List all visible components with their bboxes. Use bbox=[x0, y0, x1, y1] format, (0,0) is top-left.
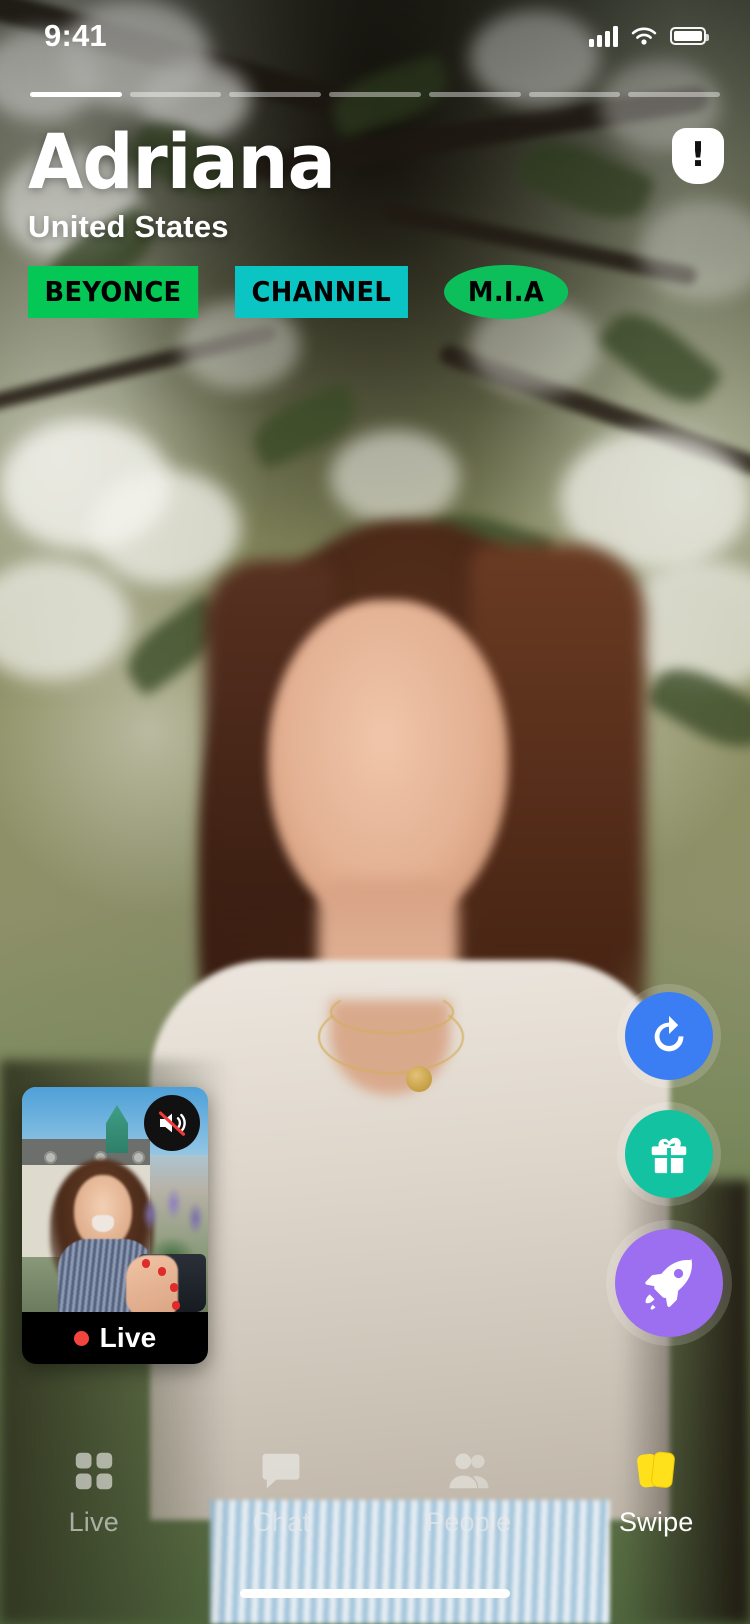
live-dot-icon bbox=[73, 1330, 89, 1346]
home-indicator[interactable] bbox=[240, 1589, 510, 1598]
tab-swipe-label: Swipe bbox=[618, 1506, 694, 1537]
story-segment-2[interactable] bbox=[229, 92, 322, 97]
cards-swipe-icon bbox=[637, 1451, 676, 1488]
grid-icon bbox=[75, 1452, 112, 1489]
report-glyph: ! bbox=[690, 135, 706, 175]
story-segment-4[interactable] bbox=[428, 92, 521, 97]
tab-people[interactable]: People bbox=[375, 1447, 563, 1538]
profile-name: Adriana bbox=[28, 117, 336, 206]
chat-bubble-icon bbox=[262, 1453, 300, 1488]
wifi-icon bbox=[631, 26, 657, 45]
profile-tag-beyonce[interactable]: BEYONCE bbox=[28, 265, 198, 318]
signal-bars-icon bbox=[589, 25, 618, 47]
boost-button-halo bbox=[606, 1220, 732, 1346]
battery-full-icon bbox=[670, 27, 709, 45]
pip-video bbox=[22, 1087, 208, 1312]
speaker-muted-icon[interactable] bbox=[144, 1095, 200, 1151]
story-segment-5[interactable] bbox=[528, 92, 621, 97]
gift-button-halo bbox=[617, 1102, 721, 1206]
profile-header: Adriana United States BEYONCE CHANNEL M.I.… bbox=[28, 117, 579, 319]
story-segment-0[interactable] bbox=[30, 92, 122, 97]
tab-live[interactable]: Live bbox=[0, 1447, 188, 1538]
profile-tag-m-i-a[interactable]: M.I.A bbox=[444, 264, 569, 319]
action-button-column bbox=[606, 984, 732, 1346]
tab-chat-label: Chat bbox=[252, 1506, 311, 1537]
report-shield-icon[interactable]: ! bbox=[672, 128, 724, 184]
rewind-arrow-icon bbox=[654, 1015, 684, 1052]
profile-location: United States bbox=[28, 208, 229, 244]
profile-tag-list: BEYONCE CHANNEL M.I.A bbox=[28, 264, 579, 319]
status-clock: 9:41 bbox=[44, 18, 107, 53]
tab-live-label: Live bbox=[68, 1506, 119, 1537]
boost-button[interactable] bbox=[615, 1229, 723, 1337]
rewind-button-halo bbox=[617, 984, 721, 1088]
tab-chat[interactable]: Chat bbox=[188, 1447, 376, 1538]
tab-swipe[interactable]: Swipe bbox=[563, 1447, 750, 1538]
rewind-button[interactable] bbox=[625, 992, 713, 1080]
story-segment-3[interactable] bbox=[329, 92, 421, 97]
live-stream-screen: 9:41 Adriana United States BEYONCE CHANNE… bbox=[0, 0, 750, 1624]
gift-icon bbox=[651, 1137, 687, 1174]
story-segment-1[interactable] bbox=[129, 92, 222, 97]
story-segment-6[interactable] bbox=[628, 92, 721, 97]
rocket-icon bbox=[645, 1259, 692, 1310]
bottom-navigation: Live Chat People Swipe bbox=[0, 1432, 750, 1552]
live-badge: Live bbox=[22, 1312, 208, 1364]
status-bar: 9:41 bbox=[0, 0, 750, 72]
story-progress-bar[interactable] bbox=[30, 92, 721, 97]
live-pip-thumbnail[interactable]: Live bbox=[22, 1087, 208, 1364]
people-icon bbox=[449, 1453, 489, 1488]
profile-tag-channel[interactable]: CHANNEL bbox=[234, 265, 408, 318]
tab-people-label: People bbox=[426, 1506, 512, 1537]
gift-button[interactable] bbox=[625, 1110, 713, 1198]
live-label: Live bbox=[99, 1322, 157, 1353]
